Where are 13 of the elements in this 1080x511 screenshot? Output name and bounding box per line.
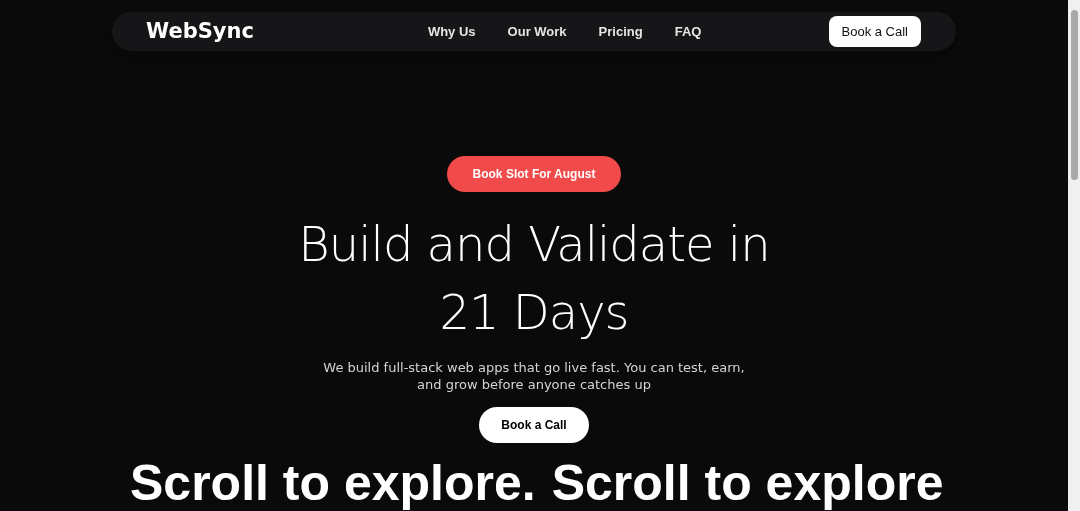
book-call-button[interactable]: Book a Call: [828, 15, 921, 48]
nav-link[interactable]: Our Work: [507, 21, 567, 42]
book-call-button[interactable]: Book a Call: [479, 407, 589, 443]
hero-subtitle: We build full-stack web apps that go live fast. You can test, earn, and grow before anyone catches up: [322, 359, 746, 393]
marquee-text: Scroll to explore.: [130, 455, 536, 511]
nav-link[interactable]: Why Us: [427, 21, 476, 42]
nav-link[interactable]: FAQ: [674, 21, 702, 42]
marquee-text: Scroll to explore: [551, 455, 944, 511]
hero-title: Build and Validate in 21 Days: [298, 215, 770, 342]
badge-button[interactable]: Book Slot For August: [446, 156, 622, 192]
logo[interactable]: WebSync: [146, 15, 254, 48]
nav-link[interactable]: Pricing: [598, 21, 643, 42]
scrollbar[interactable]: [1068, 0, 1080, 511]
